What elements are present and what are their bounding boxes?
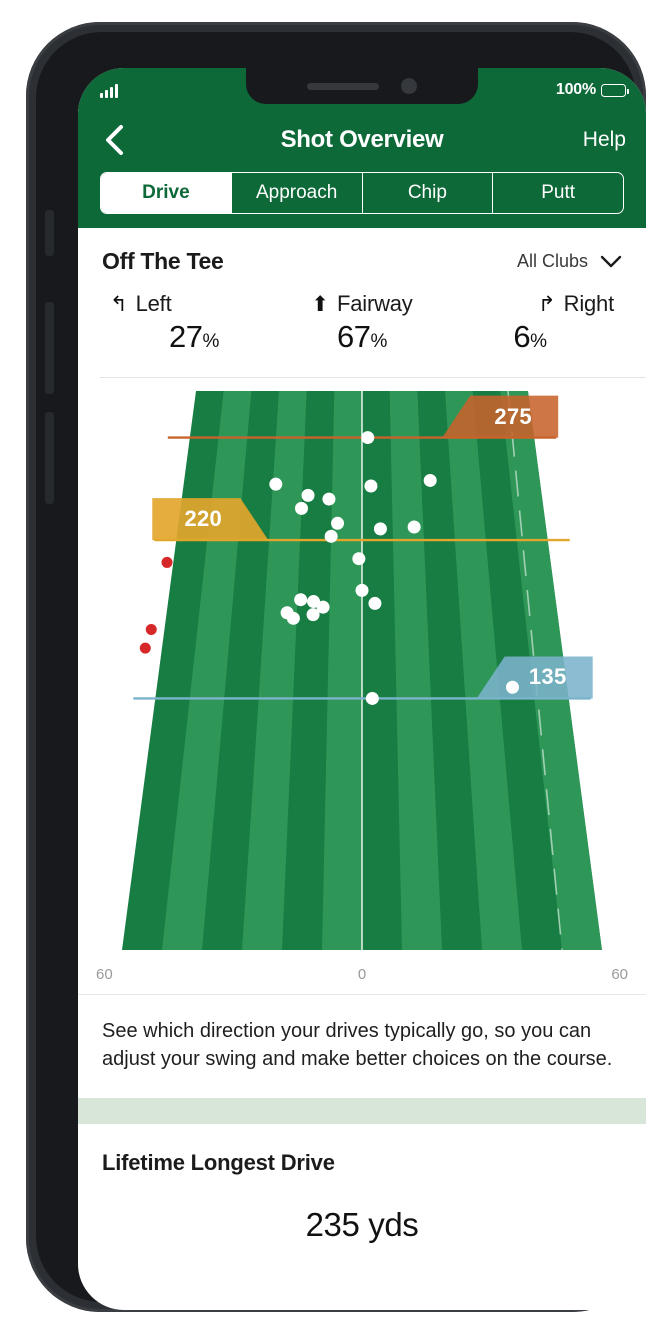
shot-dot[interactable] [322, 492, 336, 506]
penalty-shot-dot[interactable] [145, 624, 157, 636]
silent-switch-button[interactable] [45, 210, 54, 256]
lifetime-longest-drive-title: Lifetime Longest Drive [102, 1149, 335, 1175]
back-button[interactable] [96, 122, 132, 158]
section-title-off-the-tee: Off The Tee [102, 248, 224, 274]
shot-dot[interactable] [368, 596, 382, 610]
arrow-up-icon: ⬆ [311, 292, 329, 316]
off-the-tee-header: Off The Tee All Clubs [78, 228, 646, 275]
chart-description: See which direction your drives typicall… [102, 1020, 613, 1071]
tab-chip[interactable]: Chip [361, 173, 493, 213]
lifetime-longest-drive-section: Lifetime Longest Drive 235 yds [78, 1124, 646, 1244]
tab-drive[interactable]: Drive [101, 173, 231, 213]
shot-dot[interactable] [269, 477, 283, 491]
penalty-shot-dot[interactable] [139, 642, 151, 654]
shot-dot[interactable] [355, 583, 369, 597]
shot-dot[interactable] [365, 691, 379, 705]
distance-marker-135: 135 [528, 664, 567, 690]
club-filter-dropdown[interactable]: All Clubs [517, 251, 622, 272]
shot-dot[interactable] [294, 593, 308, 607]
help-button[interactable]: Help [583, 128, 626, 152]
shot-dot[interactable] [373, 522, 387, 536]
chevron-down-icon [600, 255, 622, 267]
stat-fairway-value: 67% [337, 319, 387, 354]
shot-dot[interactable] [294, 501, 308, 515]
penalty-shot-dot[interactable] [161, 556, 173, 568]
shot-dot[interactable] [407, 520, 421, 534]
stat-left: ↰ Left 27% [102, 291, 278, 355]
shot-dot[interactable] [301, 488, 315, 502]
shot-dot[interactable] [423, 473, 437, 487]
tab-bar-container: Drive Approach Chip Putt [78, 168, 646, 228]
earpiece-speaker-icon [307, 82, 379, 90]
shot-dot[interactable] [352, 552, 366, 566]
status-bar: 100% [78, 68, 646, 112]
battery-status: 100% [555, 81, 629, 99]
tab-approach[interactable]: Approach [230, 173, 362, 213]
section-band-divider [78, 1097, 646, 1124]
shot-dot[interactable] [331, 516, 345, 530]
shot-dot[interactable] [364, 479, 378, 493]
front-camera-icon [401, 78, 417, 94]
notch [246, 68, 478, 104]
stat-right-label: Right [563, 291, 615, 316]
volume-up-button[interactable] [45, 302, 54, 394]
cellular-signal-icon [100, 84, 118, 98]
distance-marker-220: 220 [184, 506, 223, 532]
battery-full-icon [601, 83, 629, 97]
x-axis-tick-center: 0 [357, 966, 367, 983]
club-filter-label: All Clubs [516, 251, 588, 271]
x-axis-tick-right: 60 [611, 966, 628, 983]
stat-fairway: ⬆ Fairway 67% [278, 291, 446, 355]
phone-screen: 100% Shot Overview Help Drive Approach C… [78, 68, 646, 1310]
shot-dot[interactable] [324, 529, 338, 543]
arrow-left-curve-icon: ↰ [110, 292, 128, 316]
page-title: Shot Overview [280, 126, 444, 153]
tab-putt[interactable]: Putt [492, 173, 623, 213]
dispersion-stats-row: ↰ Left 27% ⬆ Fairway 67% ↱ Right 6% [78, 275, 646, 377]
stat-right: ↱ Right 6% [446, 291, 622, 355]
drive-dispersion-chart[interactable]: 275 220 135 60 0 60 [78, 378, 646, 994]
x-axis-labels: 60 0 60 [78, 966, 646, 984]
stat-left-value: 27% [169, 319, 219, 354]
distance-marker-275: 275 [494, 403, 532, 429]
battery-percent-label: 100% [555, 81, 596, 98]
stat-right-value: 6% [513, 319, 547, 354]
volume-down-button[interactable] [45, 412, 54, 504]
stat-left-label: Left [135, 291, 172, 316]
nav-bar: Shot Overview Help [78, 112, 646, 168]
chevron-left-icon [106, 125, 123, 155]
segmented-tab-bar: Drive Approach Chip Putt [100, 172, 624, 214]
stat-fairway-label: Fairway [336, 291, 413, 316]
lifetime-longest-drive-value: 235 yds [305, 1205, 419, 1243]
x-axis-tick-left: 60 [96, 966, 113, 983]
shot-dot[interactable] [286, 611, 300, 625]
shot-dot[interactable] [361, 431, 375, 445]
phone-frame: 100% Shot Overview Help Drive Approach C… [26, 22, 646, 1312]
shot-dot[interactable] [306, 608, 320, 622]
arrow-right-curve-icon: ↱ [538, 292, 556, 316]
